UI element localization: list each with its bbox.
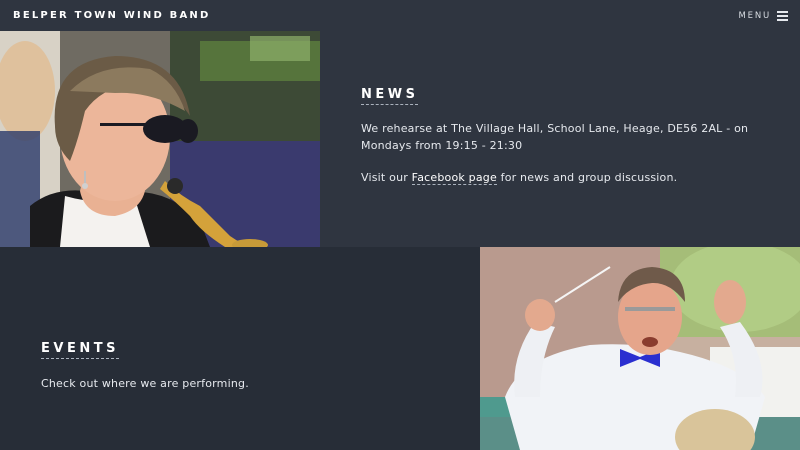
saxophonist-illustration xyxy=(0,31,320,247)
facebook-info: Visit our Facebook page for news and gro… xyxy=(361,169,761,186)
facebook-page-link[interactable]: Facebook page xyxy=(411,171,497,185)
conductor-illustration xyxy=(480,247,800,450)
facebook-info-prefix: Visit our xyxy=(361,171,412,184)
news-heading[interactable]: NEWS xyxy=(361,87,419,105)
menu-label[interactable]: MENU xyxy=(739,11,771,21)
menu-button[interactable]: MENU xyxy=(739,11,788,21)
events-heading[interactable]: EVENTS xyxy=(41,341,119,359)
site-brand[interactable]: BELPER TOWN WIND BAND xyxy=(13,10,211,21)
events-content: EVENTS Check out where we are performing… xyxy=(41,337,441,392)
saxophonist-photo xyxy=(0,31,320,247)
news-content: NEWS We rehearse at The Village Hall, Sc… xyxy=(361,83,761,186)
rehearsal-info: We rehearse at The Village Hall, School … xyxy=(361,122,749,152)
events-description: Check out where we are performing. xyxy=(41,377,249,390)
site-header: BELPER TOWN WIND BAND MENU xyxy=(0,0,800,31)
facebook-info-suffix: for news and group discussion. xyxy=(496,171,678,184)
news-section: NEWS We rehearse at The Village Hall, Sc… xyxy=(0,31,800,247)
conductor-photo xyxy=(480,247,800,450)
events-section: EVENTS Check out where we are performing… xyxy=(0,247,800,450)
hamburger-icon[interactable] xyxy=(777,11,788,21)
